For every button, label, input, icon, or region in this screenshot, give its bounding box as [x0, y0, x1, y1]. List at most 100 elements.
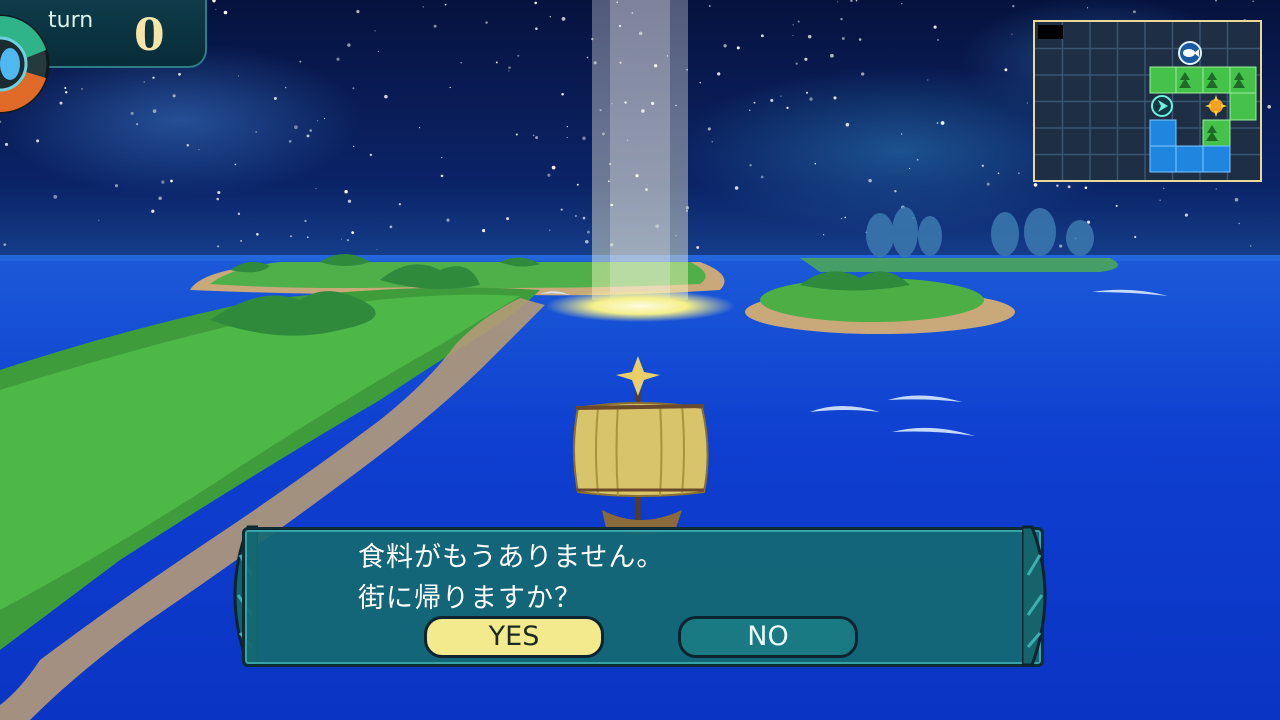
star [547, 173, 551, 177]
star [1056, 184, 1059, 188]
ship [573, 356, 709, 534]
star [927, 79, 929, 81]
ship-position-icon [1151, 95, 1173, 117]
star [582, 216, 586, 220]
star [234, 163, 237, 166]
no-button[interactable]: NO [678, 616, 858, 658]
star [997, 172, 1000, 175]
star [433, 24, 437, 28]
star [1033, 183, 1038, 187]
star [574, 214, 578, 218]
dialog-message: 食料がもうありません。 街に帰りますか？ [358, 537, 664, 619]
star [1267, 104, 1272, 109]
star [508, 70, 510, 72]
star [534, 1, 538, 5]
star [981, 164, 984, 167]
star [482, 229, 486, 233]
star [986, 182, 990, 186]
star [352, 87, 355, 90]
star [830, 53, 834, 58]
star [152, 76, 155, 79]
star [284, 86, 287, 89]
star [136, 123, 139, 126]
star [441, 156, 443, 159]
star [723, 44, 727, 48]
star [299, 60, 302, 63]
star [561, 93, 564, 96]
star [1004, 68, 1008, 72]
turn-counter: 0 [134, 10, 165, 61]
star [59, 101, 63, 105]
star [1134, 235, 1137, 239]
star [1011, 33, 1013, 35]
yes-button[interactable]: YES [424, 616, 604, 658]
star [833, 96, 837, 100]
star [460, 61, 463, 64]
star [753, 101, 756, 104]
star [1084, 186, 1088, 190]
star [316, 120, 318, 122]
star [376, 249, 378, 251]
star [418, 126, 421, 129]
star [158, 196, 162, 201]
star [273, 96, 277, 100]
star [840, 217, 843, 220]
star [1234, 197, 1239, 202]
star [186, 144, 190, 147]
star [566, 136, 568, 138]
confirm-dialog: 食料がもうありません。 街に帰りますか？ YES NO [218, 525, 1062, 667]
star [933, 25, 937, 29]
star [506, 217, 510, 221]
star [217, 190, 221, 195]
star [549, 229, 551, 231]
star [294, 125, 298, 130]
star [844, 216, 847, 219]
star [1159, 199, 1161, 201]
star [809, 97, 813, 101]
star [786, 106, 789, 110]
star [840, 17, 843, 21]
star [81, 88, 83, 90]
star [356, 10, 360, 14]
compass-gauge-icon [0, 14, 50, 114]
star [707, 127, 711, 131]
star [377, 50, 379, 52]
star [940, 121, 945, 125]
star [760, 175, 764, 179]
star [237, 212, 241, 216]
star [255, 130, 258, 133]
distant-trees [866, 207, 1094, 257]
star [734, 186, 739, 190]
star [566, 125, 568, 128]
star [508, 66, 511, 70]
star [841, 37, 845, 40]
star [937, 39, 939, 41]
star [936, 122, 939, 124]
star [304, 219, 307, 223]
star [1252, 0, 1254, 2]
star [161, 180, 165, 184]
star [807, 34, 812, 39]
star [806, 91, 808, 94]
star [1115, 204, 1118, 207]
star [215, 8, 217, 11]
star [114, 184, 119, 188]
star [560, 208, 563, 211]
star [797, 20, 800, 23]
star [699, 81, 701, 84]
star [549, 16, 551, 18]
star [353, 145, 355, 148]
star [792, 35, 794, 37]
star [384, 94, 388, 99]
star [449, 86, 451, 89]
star [1012, 4, 1015, 8]
star [1132, 10, 1136, 14]
light-pool [545, 290, 735, 322]
star [901, 3, 903, 5]
star [237, 75, 240, 77]
star [347, 199, 352, 203]
star [398, 203, 402, 206]
star [216, 245, 220, 248]
star [53, 195, 58, 199]
star [336, 57, 340, 61]
